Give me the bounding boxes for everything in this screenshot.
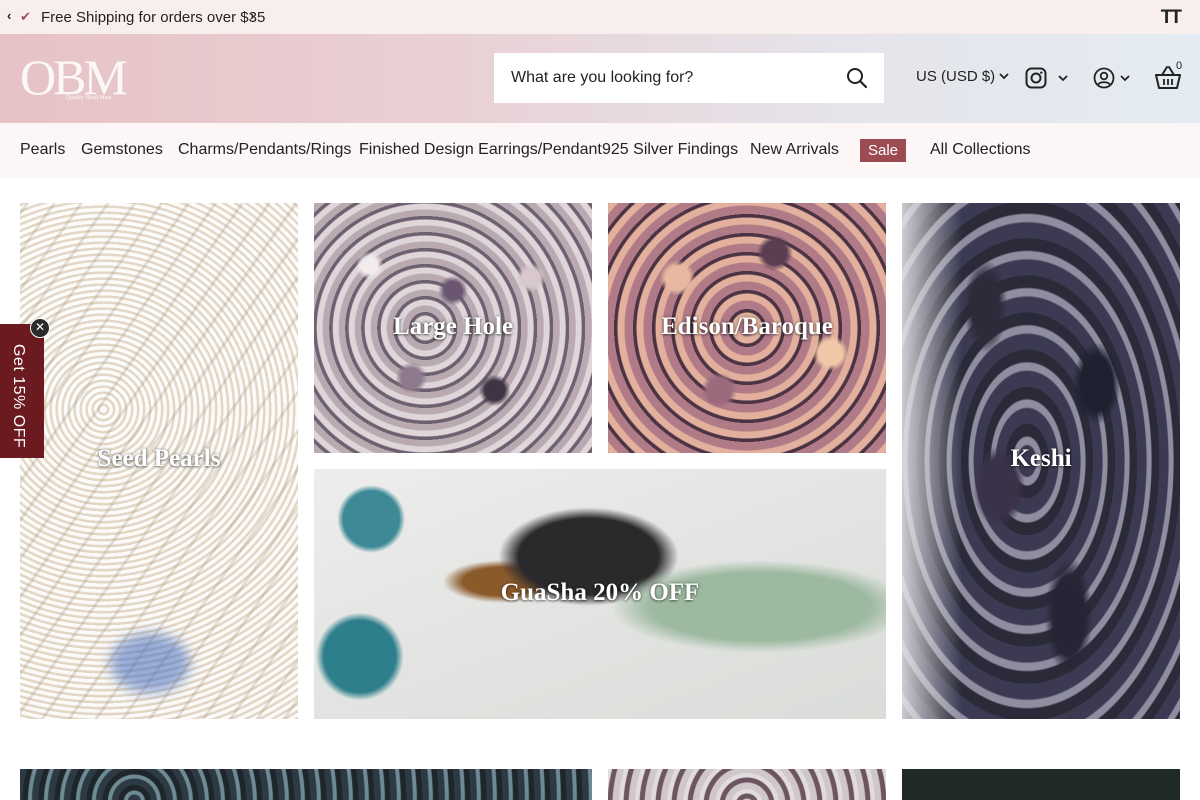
collection-label: GuaSha 20% OFF [500, 579, 700, 606]
collection-label: Seed Pearls [97, 445, 221, 472]
collection-tile-edison-baroque[interactable]: Edison/Baroque [608, 203, 886, 453]
discount-promo-tab[interactable]: Get 15% OFF [0, 324, 44, 458]
nav-item-charms[interactable]: Charms/Pendants/Rings [178, 141, 351, 159]
announcement-bar: ‹ ✔ Free Shipping for orders over $35 › … [0, 0, 1200, 34]
nav-item-new-arrivals[interactable]: New Arrivals [750, 141, 839, 159]
promo-label: Get 15% OFF [10, 344, 27, 449]
collection-tile[interactable] [20, 769, 592, 800]
search-bar [494, 53, 884, 103]
site-header: OBM Quality Bead Mart US (USD $) 0 [0, 34, 1200, 123]
collection-label: Large Hole [392, 313, 514, 340]
main-nav: Pearls Gemstones Charms/Pendants/Rings F… [0, 123, 1200, 178]
currency-selector[interactable]: US (USD $) [916, 68, 1009, 85]
account-icon[interactable] [1093, 67, 1115, 89]
nav-item-finished-design[interactable]: Finished Design Earrings/Pendant [359, 141, 602, 159]
currency-label: US (USD $) [916, 68, 996, 85]
nav-item-sale[interactable]: Sale [860, 139, 906, 162]
collection-tile-guasha[interactable]: GuaSha 20% OFF [314, 469, 886, 719]
logo[interactable]: OBM Quality Bead Mart [20, 51, 130, 107]
nav-item-all-collections[interactable]: All Collections [930, 141, 1030, 159]
nav-item-silver-findings[interactable]: 925 Silver Findings [602, 141, 738, 159]
collection-tile-seed-pearls[interactable]: Seed Pearls [20, 203, 298, 719]
announcement-message: Free Shipping for orders over $35 [41, 9, 266, 26]
chevron-down-icon[interactable] [1058, 73, 1068, 83]
cart-count-badge: 0 [1176, 60, 1183, 72]
collection-tile[interactable] [902, 769, 1180, 800]
close-icon[interactable]: ✕ [30, 318, 50, 338]
collection-tile[interactable] [608, 769, 886, 800]
chevron-down-icon [999, 73, 1009, 80]
collection-label: Edison/Baroque [661, 313, 833, 340]
chevron-down-icon[interactable] [1120, 73, 1130, 83]
search-input[interactable] [494, 54, 824, 102]
nav-item-gemstones[interactable]: Gemstones [81, 141, 163, 159]
chevron-right-icon[interactable]: › [250, 8, 254, 23]
collection-label: Keshi [1010, 445, 1072, 472]
check-icon: ✔ [20, 9, 31, 24]
collection-tile-keshi[interactable]: Keshi [902, 203, 1180, 719]
collection-tile-large-hole[interactable]: Large Hole [314, 203, 592, 453]
chevron-left-icon[interactable]: ‹ [7, 8, 11, 23]
text-size-icon[interactable]: TT [1161, 7, 1182, 29]
instagram-icon[interactable] [1025, 67, 1047, 89]
search-icon[interactable] [846, 67, 868, 89]
logo-subtext: Quality Bead Mart [66, 95, 111, 101]
nav-item-pearls[interactable]: Pearls [20, 141, 65, 159]
